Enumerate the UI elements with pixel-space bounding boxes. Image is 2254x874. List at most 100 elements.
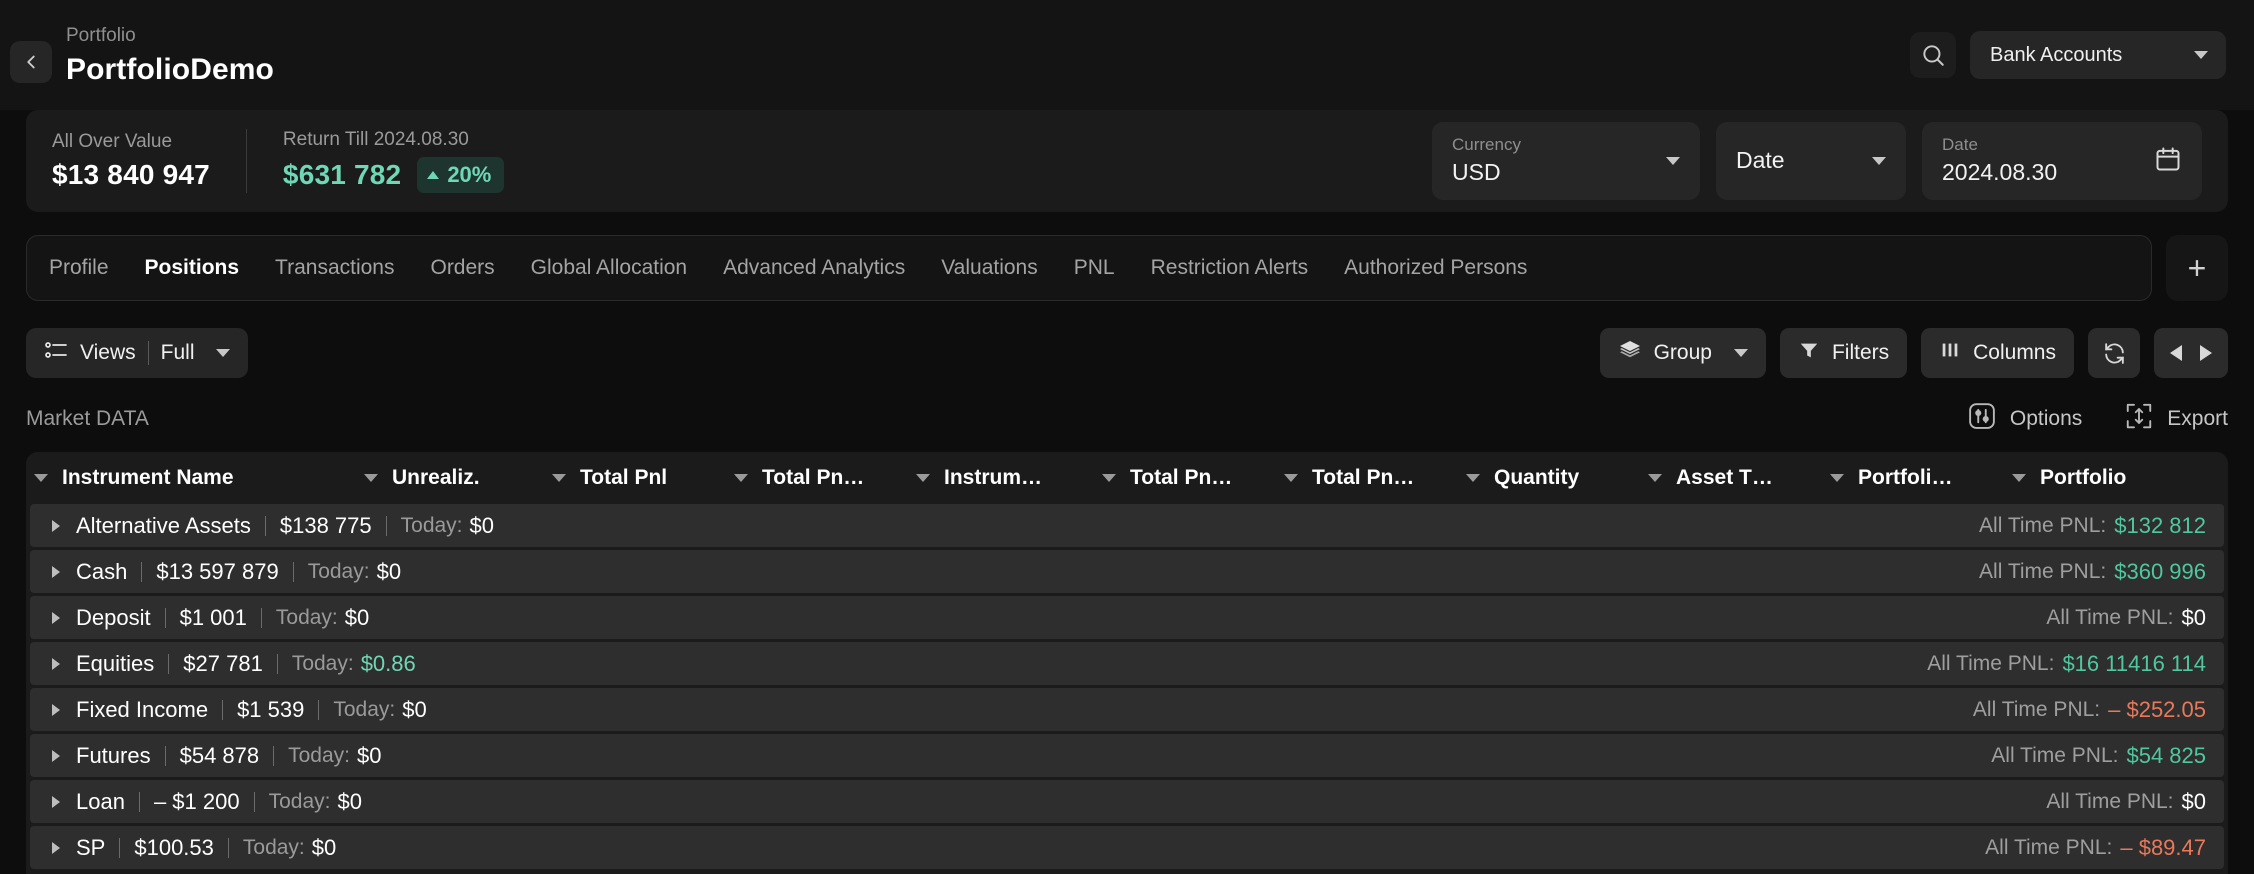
divider — [276, 653, 278, 674]
columns-icon — [1939, 339, 1961, 367]
today-label: Today: — [400, 513, 463, 537]
column-header-label: Instrum… — [944, 466, 1043, 489]
layers-icon — [1618, 338, 1642, 368]
group-name: Fixed Income — [76, 696, 209, 722]
group-name: Futures — [76, 742, 151, 768]
calendar-icon[interactable] — [2154, 145, 2182, 178]
add-tab-button[interactable]: + — [2166, 235, 2228, 301]
sort-caret-icon[interactable] — [1648, 474, 1662, 482]
expand-triangle-icon[interactable] — [52, 657, 60, 670]
sort-caret-icon[interactable] — [2012, 474, 2026, 482]
prev-icon[interactable] — [2168, 343, 2184, 363]
tab-valuations[interactable]: Valuations — [941, 256, 1038, 280]
all-time-pnl-label: All Time PNL: — [1985, 835, 2113, 859]
columns-button[interactable]: Columns — [1921, 328, 2074, 378]
column-header[interactable]: Total Pn… — [734, 466, 916, 490]
sort-caret-icon[interactable] — [34, 474, 48, 482]
all-time-pnl-value: $360 996 — [2114, 558, 2206, 584]
today-label: Today: — [268, 789, 331, 813]
tab-transactions[interactable]: Transactions — [275, 256, 394, 280]
all-time-pnl-label: All Time PNL: — [2046, 789, 2174, 813]
group-value: $54 878 — [179, 742, 260, 768]
pager-button[interactable] — [2154, 328, 2228, 378]
options-button[interactable]: Options — [1967, 401, 2082, 437]
date-type-select[interactable]: Date — [1716, 122, 1906, 200]
column-header[interactable]: Total Pn… — [1284, 466, 1466, 490]
tab-advanced-analytics[interactable]: Advanced Analytics — [723, 256, 905, 280]
positions-table: Instrument Name Unrealiz. Total Pnl Total P… — [26, 452, 2228, 874]
divider — [119, 837, 121, 858]
sort-caret-icon[interactable] — [364, 474, 378, 482]
tab-positions[interactable]: Positions — [145, 256, 240, 280]
group-button[interactable]: Group — [1599, 328, 1766, 378]
today-value: $0 — [344, 604, 370, 630]
views-label: Views — [80, 341, 136, 364]
expand-triangle-icon[interactable] — [52, 795, 60, 808]
tab-restriction-alerts[interactable]: Restriction Alerts — [1151, 256, 1309, 280]
divider — [318, 699, 320, 720]
expand-triangle-icon[interactable] — [52, 749, 60, 762]
views-control[interactable]: Views Full — [26, 328, 249, 378]
sort-caret-icon[interactable] — [1284, 474, 1298, 482]
back-button[interactable] — [10, 41, 52, 83]
table-row[interactable]: Deposit $1 001 Today: $0 All Time PNL: $0 — [30, 596, 2224, 639]
sort-caret-icon[interactable] — [916, 474, 930, 482]
date-inner: Date 2024.08.30 — [1942, 134, 2154, 188]
column-header[interactable]: Quantity — [1466, 466, 1648, 490]
today-label: Today: — [288, 743, 350, 767]
tab-orders[interactable]: Orders — [430, 256, 494, 280]
filters-button[interactable]: Filters — [1779, 328, 1908, 378]
sort-caret-icon[interactable] — [1102, 474, 1116, 482]
views-icon — [44, 339, 68, 367]
sort-caret-icon[interactable] — [552, 474, 566, 482]
column-header[interactable]: Total Pnl — [552, 466, 734, 490]
sort-caret-icon[interactable] — [1466, 474, 1480, 482]
account-select[interactable]: Bank Accounts — [1970, 31, 2226, 79]
export-button[interactable]: Export — [2124, 401, 2228, 437]
tab-pnl[interactable]: PNL — [1074, 256, 1115, 280]
today-label: Today: — [307, 559, 370, 583]
expand-triangle-icon[interactable] — [52, 611, 60, 624]
today-label: Today: — [242, 835, 305, 859]
column-header[interactable]: Instrum… — [916, 466, 1102, 490]
expand-triangle-icon[interactable] — [52, 841, 60, 854]
column-header[interactable]: Total Pn… — [1102, 466, 1284, 490]
expand-triangle-icon[interactable] — [52, 519, 60, 532]
search-button[interactable] — [1910, 32, 1956, 78]
table-row[interactable]: Equities $27 781 Today: $0.86 All Time PNL: $… — [30, 642, 2224, 685]
expand-triangle-icon[interactable] — [52, 703, 60, 716]
account-select-label: Bank Accounts — [1990, 43, 2123, 66]
divider — [292, 561, 294, 582]
table-row[interactable]: Fixed Income $1 539 Today: $0 All Time PNL: –… — [30, 688, 2224, 731]
today-value: $0 — [337, 788, 362, 814]
column-header[interactable]: Portfoli… — [1830, 466, 2012, 490]
tab-global-allocation[interactable]: Global Allocation — [531, 256, 687, 280]
divider — [168, 653, 170, 674]
columns-label: Columns — [1973, 341, 2056, 364]
table-row[interactable]: Alternative Assets $138 775 Today: $0 All Ti… — [30, 504, 2224, 547]
today-value: $0 — [376, 558, 402, 584]
table-row[interactable]: SP $100.53 Today: $0 All Time PNL: – $89.47 — [30, 826, 2224, 869]
next-icon[interactable] — [2198, 343, 2214, 363]
divider — [260, 607, 262, 628]
column-header[interactable]: Portfolio — [2012, 466, 2172, 490]
currency-select[interactable]: Currency USD — [1432, 122, 1700, 200]
date-field[interactable]: Date 2024.08.30 — [1922, 122, 2202, 200]
column-header[interactable]: Unrealiz. — [364, 466, 552, 490]
divider — [253, 791, 255, 812]
all-time-pnl-value: – $252.05 — [2108, 696, 2206, 722]
table-row[interactable]: Loan – $1 200 Today: $0 All Time PNL: $0 — [30, 780, 2224, 823]
sort-caret-icon[interactable] — [1830, 474, 1844, 482]
refresh-button[interactable] — [2088, 328, 2140, 378]
column-header-label: Asset T… — [1676, 466, 1773, 489]
today-value: $0 — [311, 834, 337, 860]
column-header[interactable]: Instrument Name — [34, 466, 364, 490]
table-row[interactable]: Futures $54 878 Today: $0 All Time PNL: $54 8… — [30, 734, 2224, 777]
table-row[interactable]: Cash $13 597 879 Today: $0 All Time PNL: $360… — [30, 550, 2224, 593]
column-header[interactable]: Asset T… — [1648, 466, 1830, 490]
sort-caret-icon[interactable] — [734, 474, 748, 482]
tab-authorized-persons[interactable]: Authorized Persons — [1344, 256, 1527, 280]
tab-profile[interactable]: Profile — [49, 256, 109, 280]
return-label: Return Till 2024.08.30 — [282, 129, 469, 150]
expand-triangle-icon[interactable] — [52, 565, 60, 578]
